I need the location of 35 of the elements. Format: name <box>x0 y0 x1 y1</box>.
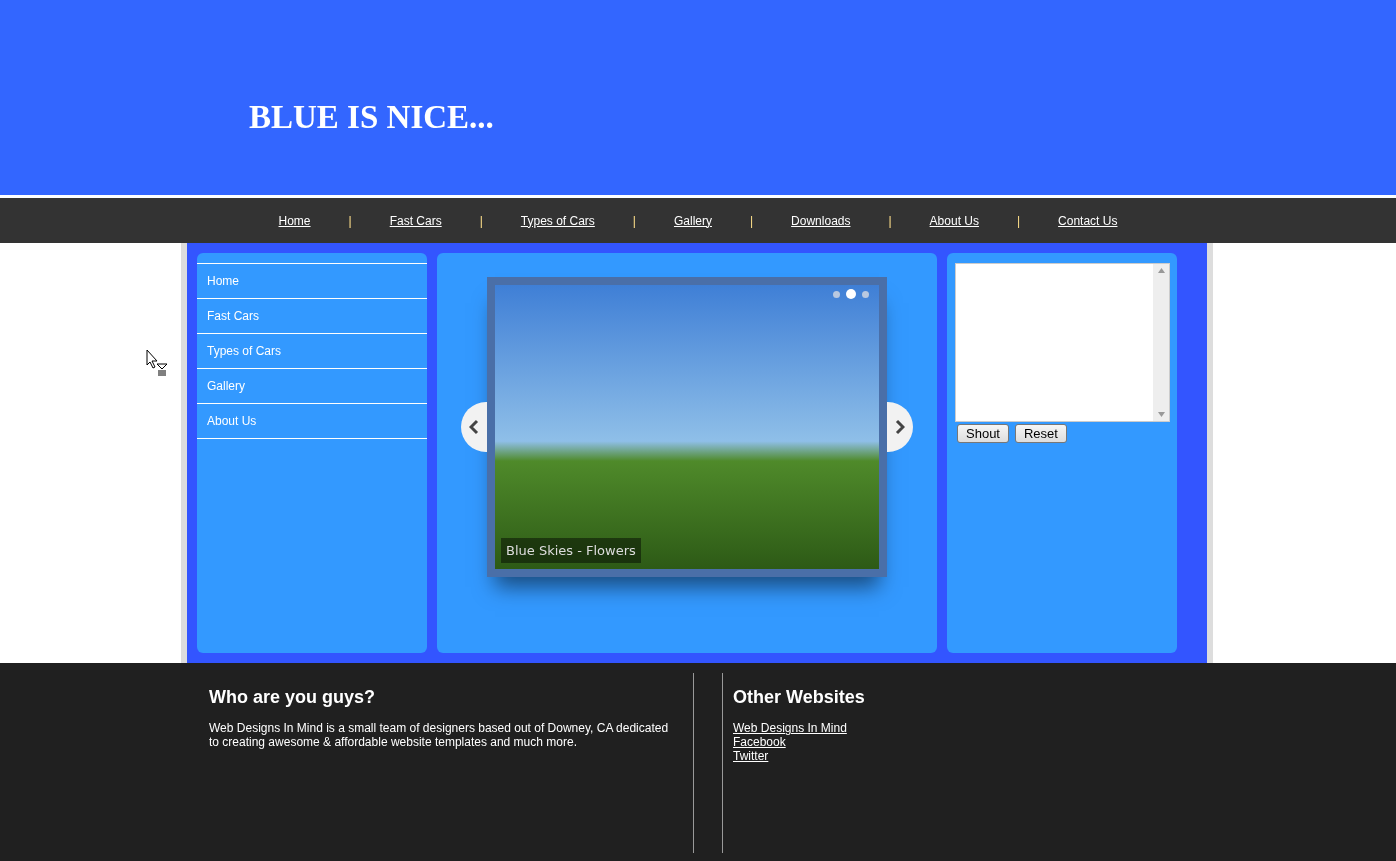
nav-link[interactable]: Contact Us <box>1020 213 1156 228</box>
scroll-up-icon <box>1157 268 1165 273</box>
nav-separator: | <box>479 213 483 228</box>
nav-link[interactable]: Types of Cars <box>482 213 633 228</box>
nav-link[interactable]: Fast Cars <box>351 213 480 228</box>
nav-link[interactable]: Home <box>240 213 349 228</box>
next-button[interactable] <box>887 402 913 452</box>
scrollbar[interactable] <box>1153 264 1169 421</box>
nav-separator: | <box>632 213 636 228</box>
nav-separator: | <box>888 213 892 228</box>
nav-link[interactable]: Downloads <box>753 213 889 228</box>
slide-dot[interactable] <box>833 290 840 298</box>
footer-link[interactable]: Web Designs In Mind <box>733 721 847 735</box>
footer-heading: Who are you guys? <box>209 687 377 708</box>
nav-separator: | <box>348 213 352 228</box>
mouse-cursor-icon <box>146 349 170 377</box>
slide-dot[interactable] <box>846 289 856 299</box>
scroll-down-icon <box>1157 412 1165 417</box>
previous-button[interactable] <box>461 402 487 452</box>
about-text: Web Designs In Mind is a small team of designers based out of Downey, CA dedicated to creating awesome & affordable website templates and much more. <box>209 721 670 749</box>
slide-dot[interactable] <box>862 290 869 298</box>
form-button[interactable]: Reset <box>1015 424 1067 443</box>
form-button[interactable]: Shout <box>957 424 1009 443</box>
chevron-right-icon <box>895 419 905 435</box>
slide-caption: Blue Skies - Flowers <box>501 538 641 563</box>
chevron-left-icon <box>469 419 479 435</box>
nav-link[interactable]: Gallery <box>635 213 750 228</box>
nav-separator: | <box>1016 213 1021 228</box>
footer-link[interactable]: Twitter <box>733 749 769 763</box>
nav-separator: | <box>750 213 754 228</box>
nav-link[interactable]: About Us <box>891 213 1017 228</box>
footer-link[interactable]: Facebook <box>733 735 786 749</box>
site-title: BLUE IS NICE... <box>249 99 494 136</box>
footer-heading: Other Websites <box>733 687 866 708</box>
shout-text-area[interactable] <box>955 263 1170 422</box>
